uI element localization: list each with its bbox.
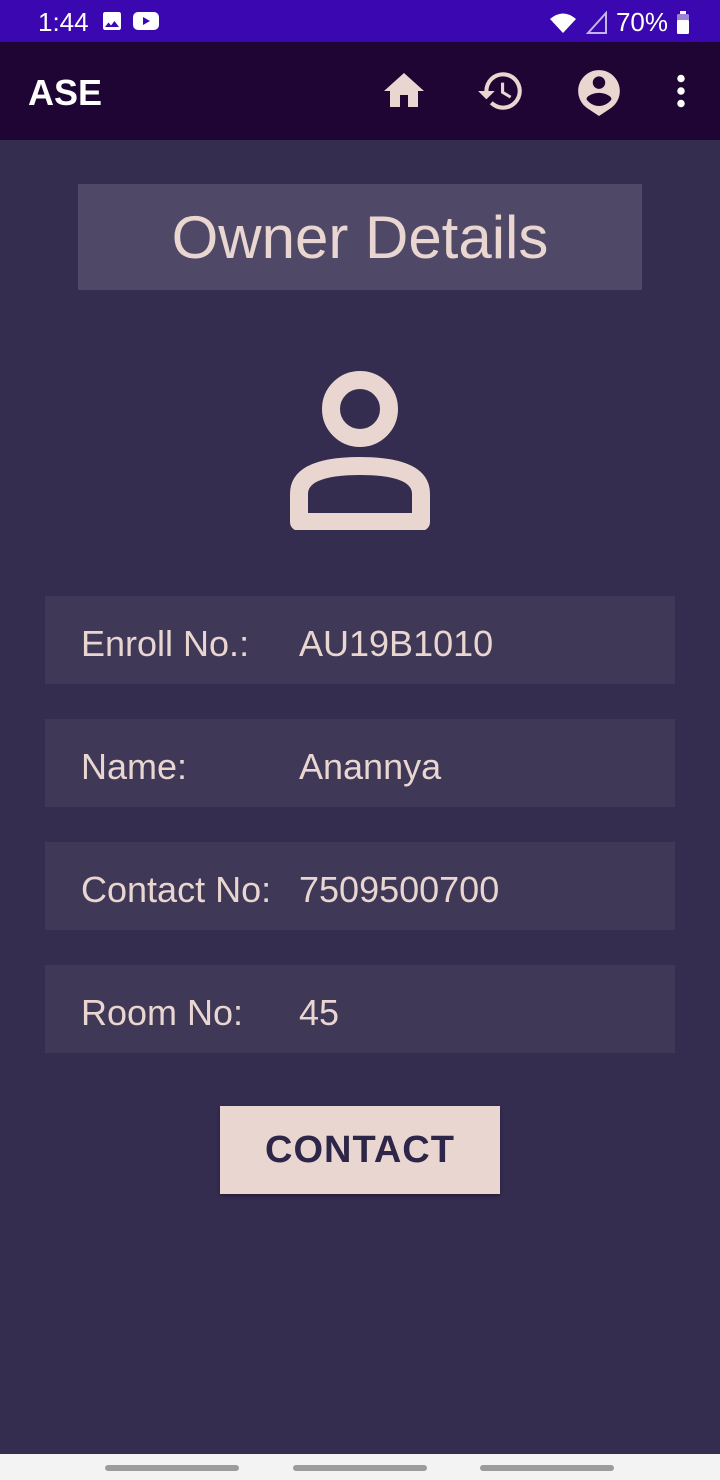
account-icon	[578, 70, 620, 116]
person-icon	[290, 371, 430, 530]
status-notification-icons	[100, 9, 160, 33]
app-title: ASE	[28, 72, 103, 113]
name-row: Name: Anannya	[45, 719, 675, 807]
page-title-box: Owner Details	[78, 184, 642, 290]
nav-back-button[interactable]	[480, 1465, 614, 1471]
room-value: 45	[299, 992, 340, 1033]
status-bar: 1:44 70%	[0, 0, 720, 42]
system-nav-bar	[0, 1454, 720, 1480]
contact-label: Contact No:	[81, 869, 272, 910]
name-value: Anannya	[299, 746, 442, 787]
enroll-row: Enroll No.: AU19B1010	[45, 596, 675, 684]
app-bar: ASE	[0, 42, 720, 140]
name-label: Name:	[81, 746, 188, 787]
contact-button-label: CONTACT	[265, 1128, 455, 1171]
contact-row: Contact No: 7509500700	[45, 842, 675, 930]
room-row: Room No: 45	[45, 965, 675, 1053]
room-label: Room No:	[81, 992, 244, 1033]
more-vert-icon	[677, 74, 685, 108]
enroll-label: Enroll No.:	[81, 623, 250, 664]
battery-icon	[677, 10, 689, 34]
image-icon	[103, 12, 121, 30]
nav-home-button[interactable]	[293, 1465, 427, 1471]
home-icon	[384, 73, 424, 107]
contact-button[interactable]: CONTACT	[220, 1106, 500, 1194]
enroll-value: AU19B1010	[299, 623, 494, 664]
status-time: 1:44	[38, 7, 89, 37]
nav-recents-button[interactable]	[105, 1465, 239, 1471]
battery-percent: 70%	[615, 7, 668, 37]
youtube-icon	[133, 12, 159, 30]
home-button[interactable]	[379, 66, 429, 116]
wifi-icon	[549, 13, 576, 33]
page-title: Owner Details	[171, 203, 549, 271]
more-options-button[interactable]	[656, 66, 706, 116]
status-right-group: 70%	[548, 7, 690, 38]
history-button[interactable]	[476, 66, 526, 116]
account-button[interactable]	[574, 66, 624, 116]
contact-value: 7509500700	[299, 869, 500, 910]
history-icon	[478, 72, 522, 110]
signal-icon	[585, 10, 607, 34]
